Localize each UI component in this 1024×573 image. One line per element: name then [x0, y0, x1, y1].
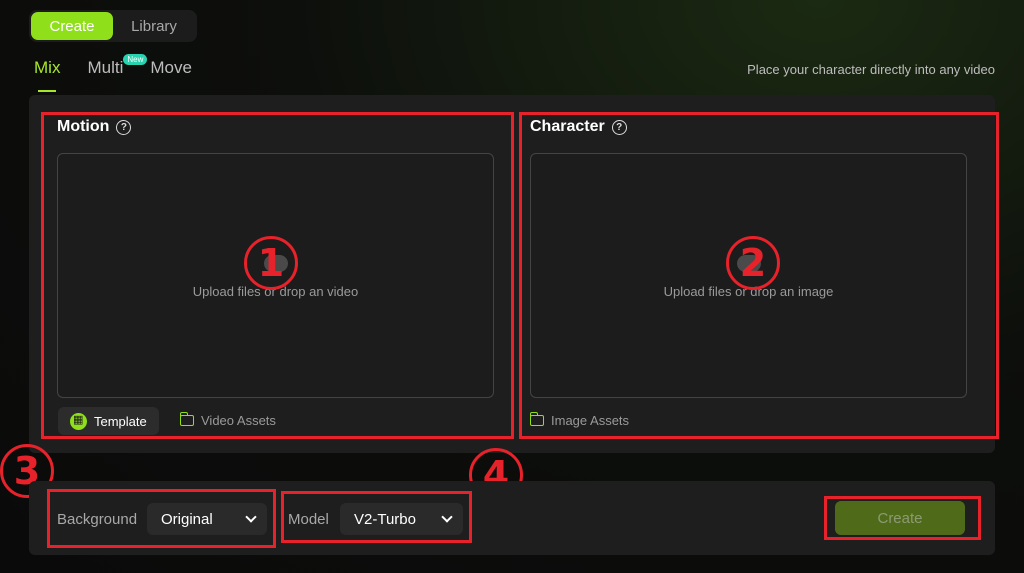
background-label: Background: [57, 511, 138, 528]
model-select[interactable]: V2-Turbo: [340, 503, 463, 535]
model-label: Model: [288, 511, 329, 528]
view-toggle: Create Library: [29, 10, 197, 42]
video-assets-link[interactable]: Video Assets: [179, 412, 276, 428]
image-assets-link[interactable]: Image Assets: [529, 412, 630, 428]
motion-help-icon[interactable]: ?: [116, 119, 132, 135]
folder-icon: [529, 412, 544, 426]
chevron-down-icon: [245, 511, 257, 523]
background-select[interactable]: Original: [147, 503, 267, 535]
create-tab-button[interactable]: Create: [31, 12, 113, 40]
model-value: V2-Turbo: [354, 510, 416, 528]
background-value: Original: [161, 510, 213, 528]
image-assets-label: Image Assets: [551, 413, 630, 428]
motion-title: Motion ?: [57, 118, 132, 136]
mode-tabs: Mix Multi New Move: [34, 54, 219, 92]
upload-panel: Motion ? Upload files or drop an video 1…: [29, 95, 999, 453]
chevron-down-icon: [441, 511, 453, 523]
motion-title-text: Motion: [57, 118, 110, 135]
callout-2: 2: [726, 236, 780, 290]
template-icon: [70, 412, 87, 430]
tab-move[interactable]: Move: [150, 58, 192, 84]
template-button[interactable]: Template: [58, 407, 159, 435]
create-button[interactable]: Create: [835, 501, 965, 535]
settings-toolbar: Background Original Model V2-Turbo Creat…: [29, 481, 995, 555]
tab-multi[interactable]: Multi New: [87, 54, 148, 84]
character-help-icon[interactable]: ?: [611, 119, 627, 135]
template-label: Template: [94, 413, 147, 429]
character-title-text: Character: [530, 118, 605, 135]
new-badge: New: [123, 54, 148, 65]
video-assets-label: Video Assets: [201, 413, 276, 428]
folder-icon: [179, 412, 194, 426]
callout-1: 1: [244, 236, 298, 290]
page-tagline: Place your character directly into any v…: [747, 62, 995, 77]
tab-mix[interactable]: Mix: [34, 58, 60, 92]
library-tab-button[interactable]: Library: [113, 12, 195, 40]
tab-multi-label: Multi: [87, 58, 124, 77]
character-title: Character ?: [530, 118, 627, 136]
